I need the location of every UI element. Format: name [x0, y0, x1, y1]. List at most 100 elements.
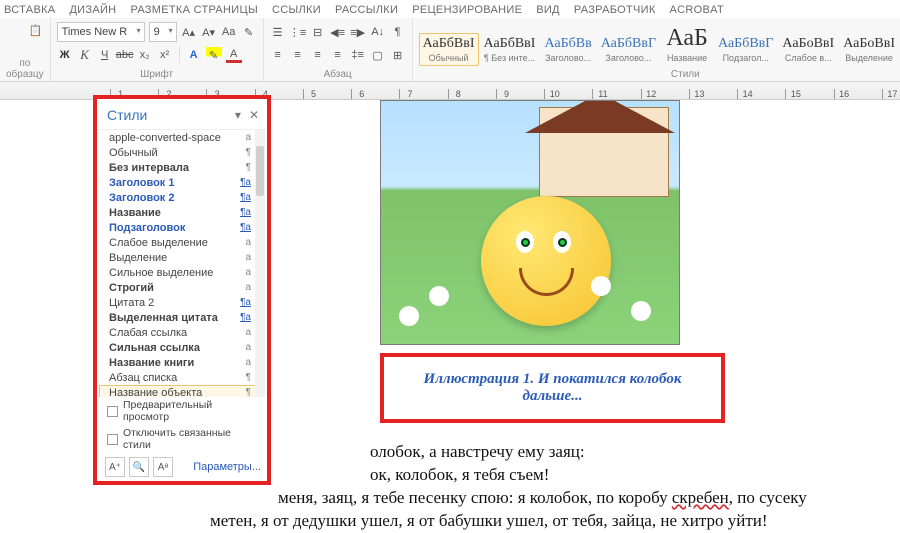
font-color-icon[interactable]: A	[226, 47, 242, 63]
disable-linked-checkbox[interactable]: Отключить связанные стили	[97, 425, 267, 453]
style-list-item[interactable]: apple-converted-spacea	[99, 130, 265, 145]
illustration-image[interactable]	[380, 100, 680, 345]
preview-checkbox[interactable]: Предварительный просмотр	[97, 397, 267, 425]
text-effects-icon[interactable]: A	[186, 47, 202, 63]
style-tile[interactable]: АаБоВвІВыделение	[839, 33, 899, 66]
multilevel-icon[interactable]: ⊟	[310, 24, 326, 40]
superscript-icon[interactable]: x²	[157, 47, 173, 63]
style-tile[interactable]: АаБбВвГЗаголово...	[597, 33, 660, 66]
body-line-4[interactable]: метен, я от дедушки ушел, я от бабушки у…	[210, 510, 880, 533]
sort-icon[interactable]: A↓	[370, 24, 386, 40]
shrink-font-icon[interactable]: A▾	[201, 24, 217, 40]
style-list-item[interactable]: Подзаголовок¶a	[99, 220, 265, 235]
tab-insert[interactable]: ВСТАВКА	[4, 4, 55, 16]
style-tile[interactable]: АаБбВвІОбычный	[419, 33, 479, 66]
style-tile[interactable]: АаБНазвание	[661, 22, 713, 66]
ribbon-tabs: ВСТАВКА ДИЗАЙН РАЗМЕТКА СТРАНИЦЫ ССЫЛКИ …	[0, 0, 900, 18]
font-family-select[interactable]: Times New R	[57, 22, 145, 42]
numbering-icon[interactable]: ⋮≡	[290, 24, 306, 40]
scrollbar-thumb[interactable]	[256, 146, 264, 196]
styles-gallery[interactable]: АаБбВвІОбычныйАаБбВвІ¶ Без инте...АаБбВв…	[419, 22, 900, 66]
style-list-item[interactable]: Выделенная цитата¶a	[99, 310, 265, 325]
tab-design[interactable]: ДИЗАЙН	[69, 4, 116, 16]
ribbon: 📋 по образцу Times New R 9 A▴ A▾ Aa ✎ Ж …	[0, 18, 900, 82]
ruler-tick: 8	[448, 89, 466, 99]
tab-layout[interactable]: РАЗМЕТКА СТРАНИЦЫ	[130, 4, 258, 16]
style-list-item[interactable]: Слабое выделениеa	[99, 235, 265, 250]
styles-params-link[interactable]: Параметры...	[193, 461, 261, 473]
tab-references[interactable]: ССЫЛКИ	[272, 4, 321, 16]
style-list-item[interactable]: Название книгиa	[99, 355, 265, 370]
shading-icon[interactable]: ▢	[370, 47, 386, 63]
style-tile[interactable]: АаБбВвЗаголово...	[540, 33, 595, 66]
line-spacing-icon[interactable]: ‡≡	[350, 47, 366, 63]
styles-group-label: Стили	[419, 69, 900, 80]
style-tile[interactable]: АаБбВвІ¶ Без инте...	[480, 33, 540, 66]
tab-developer[interactable]: РАЗРАБОТЧИК	[574, 4, 656, 16]
scrollbar[interactable]	[255, 130, 265, 397]
style-list-item[interactable]: Название¶a	[99, 205, 265, 220]
ruler-tick: 7	[399, 89, 417, 99]
ruler-tick: 14	[737, 89, 755, 99]
ruler-tick: 15	[785, 89, 803, 99]
ruler-tick: 9	[496, 89, 514, 99]
tab-mailings[interactable]: РАССЫЛКИ	[335, 4, 398, 16]
indent-inc-icon[interactable]: ≡▶	[350, 24, 366, 40]
style-list-item[interactable]: Слабая ссылкаa	[99, 325, 265, 340]
style-tile[interactable]: АаБоВвІСлабое в...	[778, 33, 838, 66]
styles-pane-close-icon[interactable]: ✕	[249, 108, 259, 122]
style-list-item[interactable]: Заголовок 1¶a	[99, 175, 265, 190]
align-center-icon[interactable]: ≡	[290, 47, 306, 63]
justify-icon[interactable]: ≡	[330, 47, 346, 63]
subscript-icon[interactable]: x₂	[137, 47, 153, 63]
font-group-label: Шрифт	[57, 69, 257, 80]
style-list-item[interactable]: Цитата 2¶a	[99, 295, 265, 310]
underline-button[interactable]: Ч	[97, 47, 113, 63]
italic-button[interactable]: К	[77, 47, 93, 63]
style-list-item[interactable]: Абзац списка¶	[99, 370, 265, 385]
style-list-item[interactable]: Без интервала¶	[99, 160, 265, 175]
style-inspector-icon[interactable]: 🔍	[129, 457, 149, 477]
strike-button[interactable]: abc	[117, 47, 133, 63]
style-tile[interactable]: АаБбВвГПодзагол...	[714, 33, 777, 66]
new-style-icon[interactable]: A⁺	[105, 457, 125, 477]
align-left-icon[interactable]: ≡	[270, 47, 286, 63]
separator	[179, 47, 180, 63]
change-case-icon[interactable]: Aa	[221, 24, 237, 40]
styles-pane-title: Стили	[107, 107, 147, 123]
tab-view[interactable]: ВИД	[536, 4, 560, 16]
align-right-icon[interactable]: ≡	[310, 47, 326, 63]
styles-list[interactable]: apple-converted-spaceaОбычный¶Без интерв…	[99, 129, 265, 397]
body-line-1[interactable]: олобок, а навстречу ему заяц:	[370, 441, 880, 464]
styles-pane-dropdown-icon[interactable]: ▾	[235, 108, 241, 122]
ruler-tick: 6	[351, 89, 369, 99]
borders-icon[interactable]: ⊞	[390, 47, 406, 63]
show-marks-icon[interactable]: ¶	[390, 24, 406, 40]
ruler-tick: 11	[592, 89, 610, 99]
grow-font-icon[interactable]: A▴	[181, 24, 197, 40]
ruler-tick: 12	[641, 89, 659, 99]
bullets-icon[interactable]: ☰	[270, 24, 286, 40]
bold-button[interactable]: Ж	[57, 47, 73, 63]
font-size-select[interactable]: 9	[149, 22, 177, 42]
styles-pane: Стили ▾ ✕ apple-converted-spaceaОбычный¶…	[93, 95, 271, 485]
body-line-2[interactable]: ок, колобок, я тебя съем!	[370, 464, 880, 487]
tab-acrobat[interactable]: ACROBAT	[670, 4, 724, 16]
body-line-3[interactable]: ————меня, заяц, я тебе песенку спою: я к…	[210, 487, 880, 510]
caption-box[interactable]: Иллюстрация 1. И покатился колобок дальш…	[380, 353, 725, 423]
style-list-item[interactable]: Строгийa	[99, 280, 265, 295]
tab-review[interactable]: РЕЦЕНЗИРОВАНИЕ	[412, 4, 522, 16]
ruler-tick: 16	[834, 89, 852, 99]
ruler-tick: 13	[689, 89, 707, 99]
style-list-item[interactable]: Выделениеa	[99, 250, 265, 265]
style-list-item[interactable]: Обычный¶	[99, 145, 265, 160]
manage-styles-icon[interactable]: Aᵃ	[153, 457, 173, 477]
paragraph-group-label: Абзац	[270, 69, 406, 80]
style-list-item[interactable]: Сильная ссылкаa	[99, 340, 265, 355]
style-list-item[interactable]: Название объекта¶	[99, 385, 265, 397]
style-list-item[interactable]: Заголовок 2¶a	[99, 190, 265, 205]
clear-format-icon[interactable]: ✎	[241, 24, 257, 40]
highlight-icon[interactable]: ✎	[206, 47, 222, 63]
style-list-item[interactable]: Сильное выделениеa	[99, 265, 265, 280]
indent-dec-icon[interactable]: ◀≡	[330, 24, 346, 40]
